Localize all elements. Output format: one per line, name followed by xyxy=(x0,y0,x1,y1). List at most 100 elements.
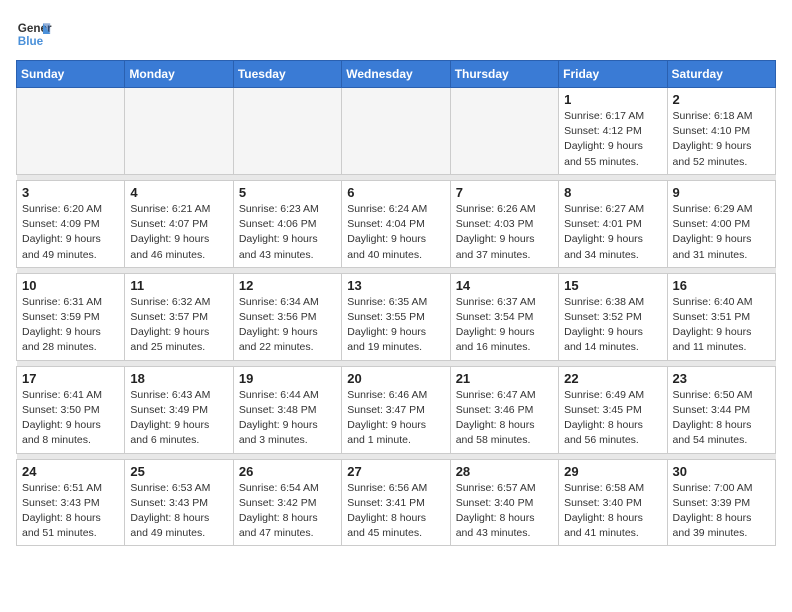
day-info: Sunrise: 6:35 AM Sunset: 3:55 PM Dayligh… xyxy=(347,295,444,356)
day-info: Sunrise: 6:18 AM Sunset: 4:10 PM Dayligh… xyxy=(673,109,770,170)
day-number: 29 xyxy=(564,464,661,479)
calendar-cell: 20 Sunrise: 6:46 AM Sunset: 3:47 PM Dayli… xyxy=(342,366,450,453)
calendar: SundayMondayTuesdayWednesdayThursdayFrid… xyxy=(16,60,776,546)
day-header-sunday: Sunday xyxy=(17,61,125,88)
day-info: Sunrise: 6:49 AM Sunset: 3:45 PM Dayligh… xyxy=(564,388,661,449)
day-number: 20 xyxy=(347,371,444,386)
day-info: Sunrise: 6:47 AM Sunset: 3:46 PM Dayligh… xyxy=(456,388,553,449)
day-info: Sunrise: 6:38 AM Sunset: 3:52 PM Dayligh… xyxy=(564,295,661,356)
day-info: Sunrise: 6:29 AM Sunset: 4:00 PM Dayligh… xyxy=(673,202,770,263)
day-number: 1 xyxy=(564,92,661,107)
calendar-week-row: 3 Sunrise: 6:20 AM Sunset: 4:09 PM Daylig… xyxy=(17,180,776,267)
day-info: Sunrise: 6:43 AM Sunset: 3:49 PM Dayligh… xyxy=(130,388,227,449)
day-header-thursday: Thursday xyxy=(450,61,558,88)
calendar-cell: 17 Sunrise: 6:41 AM Sunset: 3:50 PM Dayli… xyxy=(17,366,125,453)
day-number: 18 xyxy=(130,371,227,386)
day-header-saturday: Saturday xyxy=(667,61,775,88)
logo-icon: General Blue xyxy=(16,16,52,52)
day-info: Sunrise: 6:51 AM Sunset: 3:43 PM Dayligh… xyxy=(22,481,119,542)
calendar-cell: 6Sunrise: 6:24 AM Sunset: 4:04 PM Daylig… xyxy=(342,180,450,267)
calendar-cell: 3 Sunrise: 6:20 AM Sunset: 4:09 PM Daylig… xyxy=(17,180,125,267)
day-number: 27 xyxy=(347,464,444,479)
calendar-cell: 11 Sunrise: 6:32 AM Sunset: 3:57 PM Dayli… xyxy=(125,273,233,360)
calendar-cell xyxy=(450,88,558,175)
day-info: Sunrise: 6:17 AM Sunset: 4:12 PM Dayligh… xyxy=(564,109,661,170)
day-number: 10 xyxy=(22,278,119,293)
calendar-cell: 13Sunrise: 6:35 AM Sunset: 3:55 PM Dayli… xyxy=(342,273,450,360)
day-number: 8 xyxy=(564,185,661,200)
calendar-week-row: 10 Sunrise: 6:31 AM Sunset: 3:59 PM Dayli… xyxy=(17,273,776,360)
day-number: 2 xyxy=(673,92,770,107)
calendar-cell: 2 Sunrise: 6:18 AM Sunset: 4:10 PM Daylig… xyxy=(667,88,775,175)
day-number: 15 xyxy=(564,278,661,293)
day-number: 21 xyxy=(456,371,553,386)
calendar-week-row: 1 Sunrise: 6:17 AM Sunset: 4:12 PM Daylig… xyxy=(17,88,776,175)
day-info: Sunrise: 6:50 AM Sunset: 3:44 PM Dayligh… xyxy=(673,388,770,449)
calendar-cell: 12 Sunrise: 6:34 AM Sunset: 3:56 PM Dayli… xyxy=(233,273,341,360)
day-info: Sunrise: 6:46 AM Sunset: 3:47 PM Dayligh… xyxy=(347,388,444,449)
day-number: 6 xyxy=(347,185,444,200)
day-number: 4 xyxy=(130,185,227,200)
calendar-cell: 16 Sunrise: 6:40 AM Sunset: 3:51 PM Dayli… xyxy=(667,273,775,360)
day-info: Sunrise: 6:21 AM Sunset: 4:07 PM Dayligh… xyxy=(130,202,227,263)
day-number: 19 xyxy=(239,371,336,386)
day-info: Sunrise: 6:32 AM Sunset: 3:57 PM Dayligh… xyxy=(130,295,227,356)
calendar-cell: 26 Sunrise: 6:54 AM Sunset: 3:42 PM Dayli… xyxy=(233,459,341,546)
day-info: Sunrise: 6:44 AM Sunset: 3:48 PM Dayligh… xyxy=(239,388,336,449)
day-header-tuesday: Tuesday xyxy=(233,61,341,88)
day-header-monday: Monday xyxy=(125,61,233,88)
calendar-cell: 21 Sunrise: 6:47 AM Sunset: 3:46 PM Dayli… xyxy=(450,366,558,453)
day-number: 11 xyxy=(130,278,227,293)
calendar-cell xyxy=(342,88,450,175)
day-info: Sunrise: 6:58 AM Sunset: 3:40 PM Dayligh… xyxy=(564,481,661,542)
day-number: 12 xyxy=(239,278,336,293)
day-info: Sunrise: 6:40 AM Sunset: 3:51 PM Dayligh… xyxy=(673,295,770,356)
calendar-cell: 27 Sunrise: 6:56 AM Sunset: 3:41 PM Dayli… xyxy=(342,459,450,546)
calendar-cell xyxy=(233,88,341,175)
day-number: 17 xyxy=(22,371,119,386)
calendar-week-row: 17 Sunrise: 6:41 AM Sunset: 3:50 PM Dayli… xyxy=(17,366,776,453)
day-number: 5 xyxy=(239,185,336,200)
day-number: 25 xyxy=(130,464,227,479)
day-number: 9 xyxy=(673,185,770,200)
calendar-cell: 9 Sunrise: 6:29 AM Sunset: 4:00 PM Daylig… xyxy=(667,180,775,267)
day-number: 7 xyxy=(456,185,553,200)
calendar-cell: 29 Sunrise: 6:58 AM Sunset: 3:40 PM Dayli… xyxy=(559,459,667,546)
calendar-cell: 1 Sunrise: 6:17 AM Sunset: 4:12 PM Daylig… xyxy=(559,88,667,175)
day-info: Sunrise: 6:23 AM Sunset: 4:06 PM Dayligh… xyxy=(239,202,336,263)
calendar-cell: 28 Sunrise: 6:57 AM Sunset: 3:40 PM Dayli… xyxy=(450,459,558,546)
day-number: 16 xyxy=(673,278,770,293)
calendar-cell: 7 Sunrise: 6:26 AM Sunset: 4:03 PM Daylig… xyxy=(450,180,558,267)
day-info: Sunrise: 6:57 AM Sunset: 3:40 PM Dayligh… xyxy=(456,481,553,542)
day-header-wednesday: Wednesday xyxy=(342,61,450,88)
day-info: Sunrise: 6:53 AM Sunset: 3:43 PM Dayligh… xyxy=(130,481,227,542)
calendar-cell: 23 Sunrise: 6:50 AM Sunset: 3:44 PM Dayli… xyxy=(667,366,775,453)
day-info: Sunrise: 6:41 AM Sunset: 3:50 PM Dayligh… xyxy=(22,388,119,449)
day-header-friday: Friday xyxy=(559,61,667,88)
calendar-cell: 10 Sunrise: 6:31 AM Sunset: 3:59 PM Dayli… xyxy=(17,273,125,360)
calendar-cell: 22 Sunrise: 6:49 AM Sunset: 3:45 PM Dayli… xyxy=(559,366,667,453)
calendar-cell: 14Sunrise: 6:37 AM Sunset: 3:54 PM Dayli… xyxy=(450,273,558,360)
calendar-cell xyxy=(125,88,233,175)
day-number: 3 xyxy=(22,185,119,200)
day-info: Sunrise: 6:26 AM Sunset: 4:03 PM Dayligh… xyxy=(456,202,553,263)
day-number: 28 xyxy=(456,464,553,479)
svg-text:Blue: Blue xyxy=(18,35,44,48)
logo: General Blue xyxy=(16,16,52,52)
day-number: 24 xyxy=(22,464,119,479)
day-info: Sunrise: 6:54 AM Sunset: 3:42 PM Dayligh… xyxy=(239,481,336,542)
day-number: 23 xyxy=(673,371,770,386)
day-number: 22 xyxy=(564,371,661,386)
day-info: Sunrise: 6:37 AM Sunset: 3:54 PM Dayligh… xyxy=(456,295,553,356)
day-info: Sunrise: 6:56 AM Sunset: 3:41 PM Dayligh… xyxy=(347,481,444,542)
calendar-cell xyxy=(17,88,125,175)
day-number: 26 xyxy=(239,464,336,479)
calendar-cell: 19 Sunrise: 6:44 AM Sunset: 3:48 PM Dayli… xyxy=(233,366,341,453)
day-info: Sunrise: 6:20 AM Sunset: 4:09 PM Dayligh… xyxy=(22,202,119,263)
day-info: Sunrise: 6:34 AM Sunset: 3:56 PM Dayligh… xyxy=(239,295,336,356)
calendar-cell: 24 Sunrise: 6:51 AM Sunset: 3:43 PM Dayli… xyxy=(17,459,125,546)
calendar-cell: 8Sunrise: 6:27 AM Sunset: 4:01 PM Daylig… xyxy=(559,180,667,267)
day-info: Sunrise: 6:31 AM Sunset: 3:59 PM Dayligh… xyxy=(22,295,119,356)
calendar-header-row: SundayMondayTuesdayWednesdayThursdayFrid… xyxy=(17,61,776,88)
calendar-cell: 5 Sunrise: 6:23 AM Sunset: 4:06 PM Daylig… xyxy=(233,180,341,267)
